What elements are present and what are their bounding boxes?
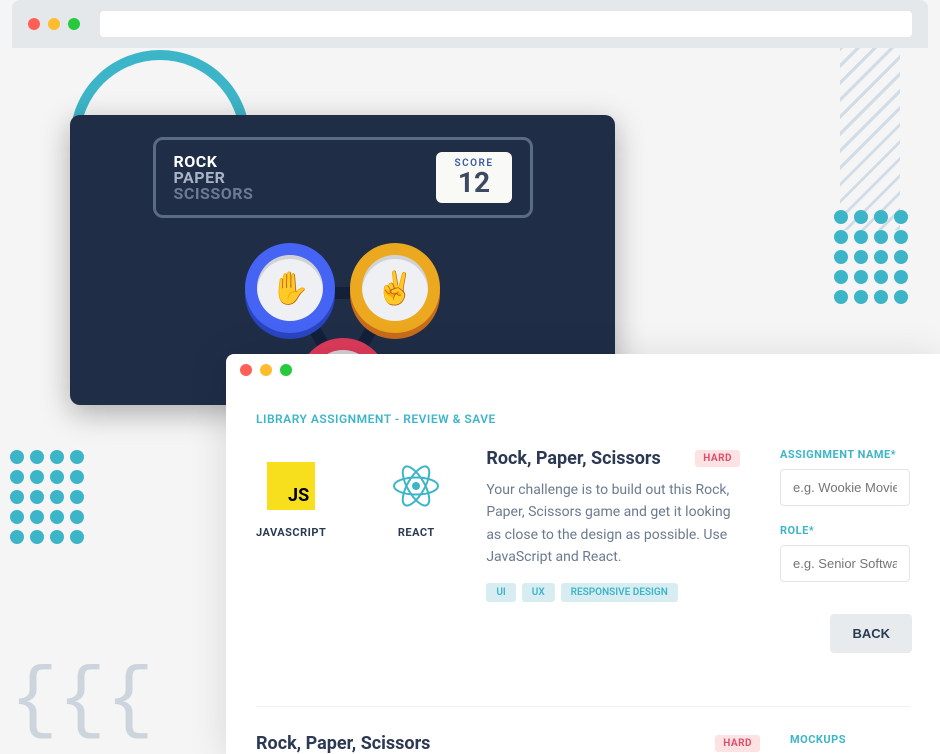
section-label: LIBRARY ASSIGNMENT - REVIEW & SAVE [256,412,910,426]
assignment-description: Your challenge is to build out this Rock… [486,479,740,569]
tech-react: REACT [386,456,446,602]
difficulty-badge: HARD [695,450,740,467]
tag: UI [486,583,515,602]
close-icon[interactable] [240,364,252,376]
game-title-line3: SCISSORS [174,186,254,202]
hand-paper-icon: ✋ [270,269,310,307]
game-title: ROCK PAPER SCISSORS [174,154,254,202]
outer-browser-chrome [12,0,928,48]
maximize-icon[interactable] [68,18,80,30]
react-icon [391,461,441,511]
score-box: SCORE 12 [436,152,511,203]
paper-choice[interactable]: ✋ [245,243,335,333]
maximize-icon[interactable] [280,364,292,376]
tag: RESPONSIVE DESIGN [561,583,678,602]
score-value: 12 [454,169,493,197]
hand-scissors-icon: ✌ [375,269,415,307]
minimize-icon[interactable] [48,18,60,30]
game-header: ROCK PAPER SCISSORS SCORE 12 [153,137,533,218]
close-icon[interactable] [28,18,40,30]
tech-javascript: JS JAVASCRIPT [256,456,326,602]
assignment-title: Rock, Paper, Scissors [486,448,660,469]
tag: UX [522,583,555,602]
assignment-name-input[interactable] [780,469,910,506]
url-bar[interactable] [100,11,912,37]
decorative-dots-left [10,450,84,544]
tech-column: JS JAVASCRIPT REACT [256,448,446,602]
back-button[interactable]: BACK [830,614,912,653]
decorative-dots-right [834,210,908,304]
tech-name-js: JAVASCRIPT [256,526,326,539]
assignment-name-label: ASSIGNMENT NAME* [780,448,910,461]
javascript-icon: JS [267,462,315,510]
inner-browser-chrome [226,354,940,386]
assignment-panel: LIBRARY ASSIGNMENT - REVIEW & SAVE JS JA… [226,354,940,754]
tech-name-react: REACT [386,526,446,539]
mockups-label: MOCKUPS [790,733,910,746]
role-label: ROLE* [780,524,910,537]
traffic-lights-inner [240,364,292,376]
tags-row: UI UX RESPONSIVE DESIGN [486,583,740,602]
decorative-lines [840,30,900,230]
form-column: ASSIGNMENT NAME* ROLE* [780,448,910,602]
traffic-lights [28,18,80,30]
role-input[interactable] [780,545,910,582]
decorative-braces: {{{ [10,670,154,734]
second-card: Rock, Paper, Scissors HARD MOCKUPS [256,706,910,754]
minimize-icon[interactable] [260,364,272,376]
description-column: Rock, Paper, Scissors HARD Your challeng… [486,448,740,602]
scissors-choice[interactable]: ✌ [350,243,440,333]
